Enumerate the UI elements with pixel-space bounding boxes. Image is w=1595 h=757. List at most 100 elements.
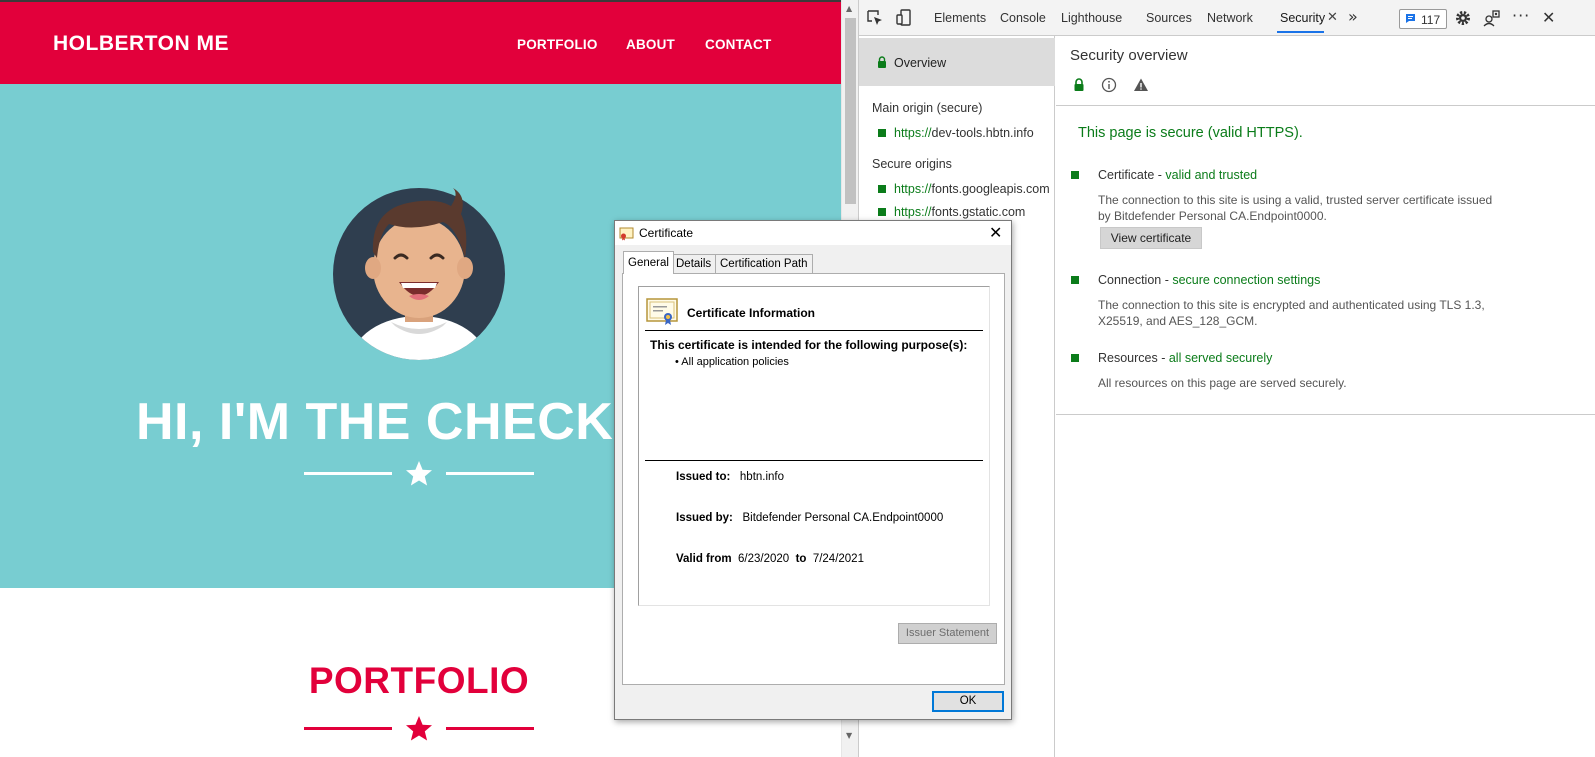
message-icon xyxy=(1406,14,1415,23)
nav-link-contact[interactable]: CONTACT xyxy=(705,37,771,52)
tab-panel-general: Certificate Information This certificate… xyxy=(622,273,1005,685)
item-description: The connection to this site is encrypted… xyxy=(1098,298,1485,328)
info-icon xyxy=(1101,77,1117,93)
site-navbar: HOLBERTON ME PORTFOLIO ABOUT CONTACT xyxy=(0,0,841,84)
purpose-heading: This certificate is intended for the fol… xyxy=(650,338,968,352)
divider xyxy=(645,460,983,461)
certificate-info-icon xyxy=(646,298,678,325)
valid-to-label: to xyxy=(795,553,807,565)
secure-status-square xyxy=(878,129,886,137)
secure-status-square xyxy=(1071,354,1079,362)
issued-by-value: Bitdefender Personal CA.Endpoint0000 xyxy=(742,512,944,524)
view-certificate-button[interactable]: View certificate xyxy=(1100,227,1202,249)
certificate-icon xyxy=(619,227,634,241)
devtools-toolbar: Elements Console Lighthouse Sources Netw… xyxy=(859,0,1595,36)
sidebar-item-overview[interactable]: Overview xyxy=(859,38,1055,86)
more-tabs-icon[interactable]: » xyxy=(1348,7,1358,26)
secure-status-square xyxy=(878,185,886,193)
settings-gear-icon[interactable] xyxy=(1454,9,1472,27)
ok-button[interactable]: OK xyxy=(932,691,1004,712)
origin-host: dev-tools.hbtn.info xyxy=(931,126,1034,140)
origin-scheme: https:// xyxy=(894,205,932,219)
origin-scheme: https:// xyxy=(894,126,932,140)
tab-sources[interactable]: Sources xyxy=(1146,11,1192,25)
hero-star-divider xyxy=(304,461,534,486)
item-status: all served securely xyxy=(1168,351,1273,365)
purpose-item: • All application policies xyxy=(675,356,789,368)
secure-status-square xyxy=(1071,276,1079,284)
issued-by-field: Issued by: Bitdefender Personal CA.Endpo… xyxy=(676,512,943,524)
star-icon xyxy=(406,461,432,486)
item-description: All resources on this page are served se… xyxy=(1098,376,1347,390)
dialog-title: Certificate xyxy=(639,226,694,240)
resources-explanation: Resources - all served securely All reso… xyxy=(1071,351,1591,391)
issued-by-label: Issued by: xyxy=(676,512,733,524)
tab-details[interactable]: Details xyxy=(671,254,717,274)
secure-origins-header: Secure origins xyxy=(872,157,952,171)
valid-from-value: 6/23/2020 xyxy=(738,553,790,565)
tab-general[interactable]: General xyxy=(623,251,674,274)
hero-title: HI, I'M THE CHECK xyxy=(136,393,614,451)
tab-elements[interactable]: Elements xyxy=(934,11,986,25)
issued-to-label: Issued to: xyxy=(676,471,731,483)
tab-security[interactable]: Security xyxy=(1280,11,1325,25)
active-tab-indicator xyxy=(1277,31,1324,33)
certificate-info-box: Certificate Information This certificate… xyxy=(638,286,990,606)
security-overview-header: Security overview xyxy=(1056,36,1595,106)
tab-lighthouse[interactable]: Lighthouse xyxy=(1061,11,1122,25)
origin-host: fonts.googleapis.com xyxy=(931,182,1050,196)
item-status: secure connection settings xyxy=(1172,273,1321,287)
secure-status-square xyxy=(878,208,886,216)
item-name: Certificate xyxy=(1098,168,1155,182)
valid-to-value: 7/24/2021 xyxy=(812,553,864,565)
origin-host: fonts.gstatic.com xyxy=(931,205,1026,219)
scrollbar-thumb[interactable] xyxy=(845,18,856,204)
item-name: Resources xyxy=(1098,351,1158,365)
scroll-up-arrow-icon[interactable]: ▲ xyxy=(846,4,852,13)
nav-link-about[interactable]: ABOUT xyxy=(626,37,675,52)
issued-to-field: Issued to: hbtn.info xyxy=(676,471,784,483)
portfolio-star-divider xyxy=(304,716,534,741)
star-icon xyxy=(406,716,432,741)
scroll-down-arrow-icon[interactable]: ▼ xyxy=(846,731,852,740)
dialog-titlebar[interactable]: Certificate ✕ xyxy=(615,221,1011,245)
divider xyxy=(645,330,983,331)
certificate-explanation: Certificate - valid and trusted The conn… xyxy=(1071,168,1591,258)
security-verdict: This page is secure (valid HTTPS). xyxy=(1078,125,1303,141)
security-overview-title: Security overview xyxy=(1070,47,1188,64)
inspect-element-icon[interactable] xyxy=(866,9,884,27)
device-toolbar-icon[interactable] xyxy=(895,9,913,27)
warning-icon xyxy=(1134,78,1148,91)
close-devtools-icon[interactable]: ✕ xyxy=(1542,8,1555,27)
divider xyxy=(1056,414,1595,415)
customize-icon[interactable] xyxy=(1483,9,1501,27)
item-description: The connection to this site is using a v… xyxy=(1098,193,1493,223)
origin-scheme: https:// xyxy=(894,182,932,196)
tab-console[interactable]: Console xyxy=(1000,11,1046,25)
nav-link-portfolio[interactable]: PORTFOLIO xyxy=(517,37,598,52)
lock-icon xyxy=(878,56,886,68)
site-brand[interactable]: HOLBERTON ME xyxy=(53,32,229,56)
issues-count: 117 xyxy=(1421,13,1441,27)
issued-to-value: hbtn.info xyxy=(739,471,785,483)
item-name: Connection xyxy=(1098,273,1162,287)
certificate-dialog: Certificate ✕ General Details Certificat… xyxy=(614,220,1012,720)
issuer-statement-button: Issuer Statement xyxy=(898,623,997,644)
tab-network[interactable]: Network xyxy=(1207,11,1253,25)
avatar-illustration xyxy=(333,188,505,360)
certificate-info-title: Certificate Information xyxy=(687,306,816,320)
issues-badge[interactable]: 117 xyxy=(1399,9,1447,29)
item-status: valid and trusted xyxy=(1165,168,1258,182)
dialog-body: General Details Certification Path Certi… xyxy=(615,245,1011,719)
main-origin-header: Main origin (secure) xyxy=(872,101,983,115)
more-options-icon[interactable]: ··· xyxy=(1512,6,1530,25)
close-tab-icon[interactable]: ✕ xyxy=(1327,10,1338,25)
secure-status-square xyxy=(1071,171,1079,179)
validity-field: Valid from 6/23/2020 to 7/24/2021 xyxy=(676,553,864,565)
close-dialog-icon[interactable]: ✕ xyxy=(989,223,1002,243)
lock-icon xyxy=(1074,78,1084,91)
security-overview-pane: Security overview This page is secure (v… xyxy=(1056,36,1595,757)
sidebar-item-label: Overview xyxy=(894,56,947,70)
tab-certification-path[interactable]: Certification Path xyxy=(715,254,813,274)
valid-from-label: Valid from xyxy=(676,553,732,565)
